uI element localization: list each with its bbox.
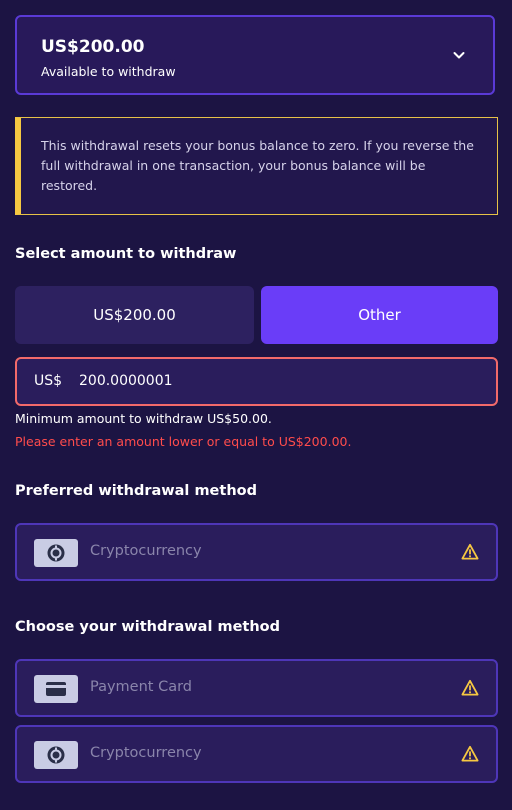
- choose-method-title: Choose your withdrawal method: [15, 619, 281, 635]
- amount-section-title: Select amount to withdraw: [15, 246, 237, 262]
- method-payment-card[interactable]: Payment Card: [15, 659, 498, 717]
- bonus-warning-notice: This withdrawal resets your bonus balanc…: [15, 117, 498, 215]
- warning-triangle-icon: [461, 679, 479, 696]
- amount-input-value[interactable]: 200.0000001: [79, 373, 173, 389]
- preferred-method-title: Preferred withdrawal method: [15, 483, 257, 499]
- currency-prefix: US$: [34, 373, 63, 389]
- amount-option-full[interactable]: US$200.00: [15, 286, 254, 344]
- amount-error-message: Please enter an amount lower or equal to…: [15, 434, 352, 449]
- preferred-method-cryptocurrency[interactable]: Cryptocurrency: [15, 523, 498, 581]
- warning-triangle-icon: [461, 745, 479, 762]
- minimum-amount-hint: Minimum amount to withdraw US$50.00.: [15, 411, 272, 426]
- balance-subtitle: Available to withdraw: [41, 64, 176, 79]
- amount-input[interactable]: US$ 200.0000001: [15, 357, 498, 406]
- warning-triangle-icon: [461, 543, 479, 560]
- crypto-coin-icon: [34, 741, 78, 769]
- method-cryptocurrency[interactable]: Cryptocurrency: [15, 725, 498, 783]
- amount-option-other[interactable]: Other: [261, 286, 498, 344]
- method-label: Cryptocurrency: [90, 543, 202, 559]
- balance-dropdown[interactable]: US$200.00 Available to withdraw: [15, 15, 495, 95]
- method-label: Payment Card: [90, 679, 193, 695]
- crypto-coin-icon: [34, 539, 78, 567]
- method-label: Cryptocurrency: [90, 745, 202, 761]
- credit-card-icon: [34, 675, 78, 703]
- balance-amount: US$200.00: [41, 37, 145, 57]
- chevron-down-icon[interactable]: [451, 47, 467, 63]
- warning-text: This withdrawal resets your bonus balanc…: [41, 138, 474, 193]
